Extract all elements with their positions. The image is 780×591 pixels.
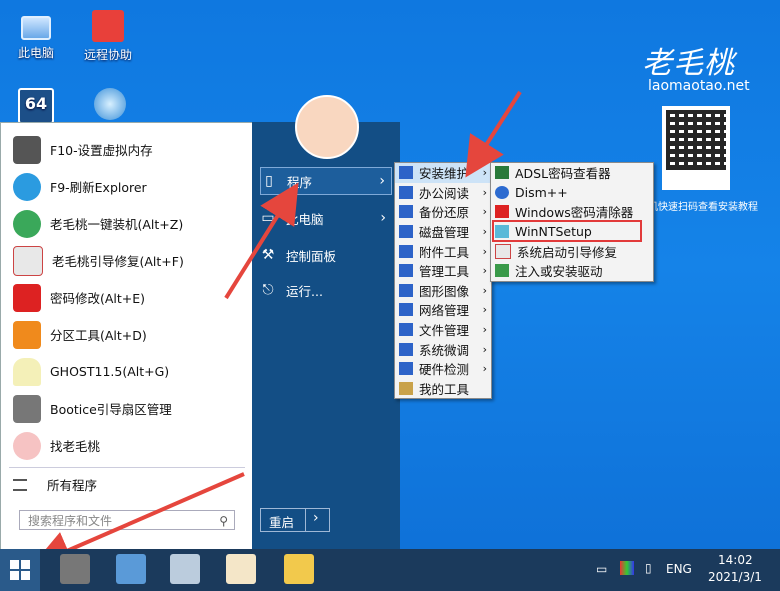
folder-icon[interactable] <box>284 554 314 584</box>
keyboard-icon[interactable] <box>170 554 200 584</box>
memory-chip-icon[interactable] <box>60 554 90 584</box>
display-icon[interactable] <box>620 561 634 575</box>
arrow-to-install <box>465 90 522 178</box>
arrow-to-start <box>31 472 245 569</box>
start-button[interactable] <box>0 549 40 591</box>
clock-date[interactable]: 2021/3/1 <box>708 570 762 584</box>
setup-icon[interactable] <box>116 554 146 584</box>
network-icon[interactable]: ▭ <box>596 562 607 576</box>
windows-logo-icon <box>10 560 30 580</box>
clock-time[interactable]: 14:02 <box>718 553 753 567</box>
taskbar: ▭ ▯ ENG 14:02 2021/3/1 <box>0 549 780 591</box>
search-tool-icon[interactable] <box>226 554 256 584</box>
language-indicator[interactable]: ENG <box>666 562 692 576</box>
usb-icon[interactable]: ▯ <box>645 561 652 575</box>
annotation-arrows <box>31 90 522 569</box>
arrow-to-programs <box>224 182 299 300</box>
